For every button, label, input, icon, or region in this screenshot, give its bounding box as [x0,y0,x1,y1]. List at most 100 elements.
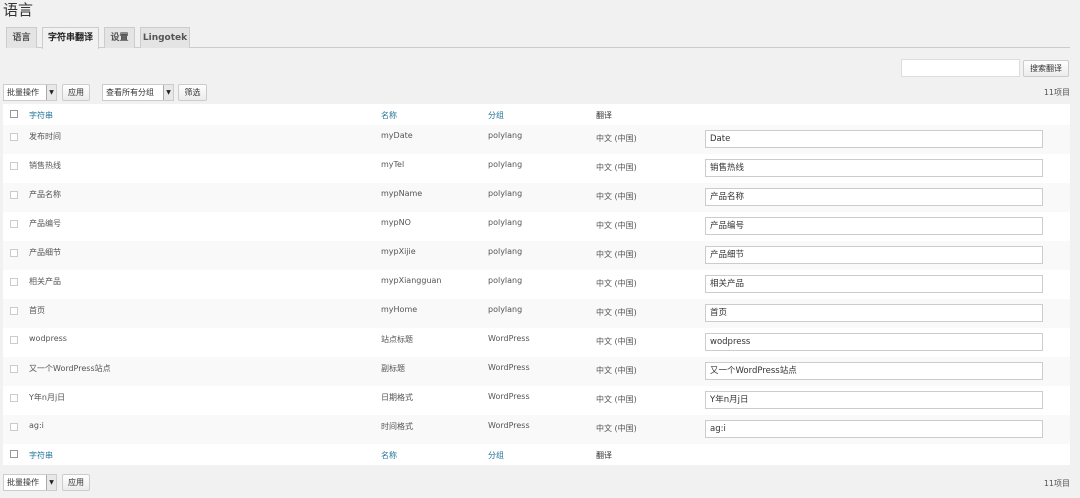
row-checkbox[interactable] [10,162,18,170]
string-cell: 发布时间 [29,132,61,141]
group-cell: polylang [488,189,523,198]
select-all-checkbox[interactable] [10,110,18,118]
table-row: 首页 myHome polylang 中文 (中国) 首页 [3,299,1070,328]
translation-input[interactable]: 产品编号 [705,217,1043,235]
translation-input[interactable]: Date [705,130,1043,148]
string-cell: 产品名称 [29,190,61,199]
group-cell: WordPress [488,392,530,401]
group-cell: WordPress [488,334,530,343]
column-header-name[interactable]: 名称 [381,450,397,461]
group-cell: polylang [488,276,523,285]
translation-input[interactable]: 相关产品 [705,275,1043,293]
tab-bar: 语言 字符串翻译 设置 Lingotek [6,27,1070,49]
string-cell: wodpress [29,334,67,343]
column-header-group[interactable]: 分组 [488,450,504,461]
chevron-down-icon: ▼ [46,85,56,100]
table-row: 产品名称 mypName polylang 中文 (中国) 产品名称 [3,183,1070,212]
bulk-actions-label: 批量操作 [7,88,39,97]
name-cell: myHome [381,305,418,314]
tab-settings[interactable]: 设置 [104,27,135,48]
name-cell: 站点标题 [381,335,413,344]
language-cell: 中文 (中国) [596,221,637,230]
column-header-group[interactable]: 分组 [488,110,504,121]
search-translations-button[interactable]: 搜索翻译 [1023,60,1069,77]
search-input[interactable] [901,59,1020,77]
name-cell: mypName [381,189,423,198]
string-cell: 产品编号 [29,219,61,228]
tab-string-translations[interactable]: 字符串翻译 [42,27,99,49]
chevron-down-icon: ▼ [46,475,56,490]
group-cell: WordPress [488,363,530,372]
translation-input[interactable]: 又一个WordPress站点 [705,362,1043,380]
table-footer-row: 字符串 名称 分组 翻译 [3,444,1070,465]
apply-button[interactable]: 应用 [62,84,90,101]
language-cell: 中文 (中国) [596,250,637,259]
name-cell: 副标题 [381,364,405,373]
name-cell: 日期格式 [381,393,413,402]
string-cell: 又一个WordPress站点 [29,364,111,373]
chevron-down-icon: ▼ [163,85,173,100]
string-cell: Y年n月j日 [29,393,66,402]
translation-input[interactable]: 产品细节 [705,246,1043,264]
language-cell: 中文 (中国) [596,279,637,288]
bulk-actions-select[interactable]: 批量操作 ▼ [3,84,57,101]
group-filter-label: 查看所有分组 [106,88,154,97]
row-checkbox[interactable] [10,307,18,315]
string-cell: 销售热线 [29,161,61,170]
table-row: 相关产品 mypXiangguan polylang 中文 (中国) 相关产品 [3,270,1070,299]
translation-input[interactable]: Y年n月j日 [705,391,1043,409]
bulk-actions-select-bottom[interactable]: 批量操作 ▼ [3,474,57,491]
column-header-name[interactable]: 名称 [381,110,397,121]
table-row: ag:i 时间格式 WordPress 中文 (中国) ag:i [3,415,1070,444]
name-cell: mypNO [381,218,411,227]
row-checkbox[interactable] [10,336,18,344]
translation-input[interactable]: ag:i [705,420,1043,438]
row-checkbox[interactable] [10,394,18,402]
name-cell: mypXiangguan [381,276,442,285]
language-cell: 中文 (中国) [596,337,637,346]
translation-input[interactable]: 产品名称 [705,188,1043,206]
language-cell: 中文 (中国) [596,424,637,433]
group-filter-select[interactable]: 查看所有分组 ▼ [102,84,174,101]
column-header-translation: 翻译 [596,451,612,460]
column-header-string[interactable]: 字符串 [29,110,53,121]
column-header-string[interactable]: 字符串 [29,450,53,461]
filter-button[interactable]: 筛选 [178,84,207,101]
column-header-translation: 翻译 [596,111,612,120]
language-cell: 中文 (中国) [596,366,637,375]
row-checkbox[interactable] [10,365,18,373]
row-checkbox[interactable] [10,249,18,257]
translation-input[interactable]: 销售热线 [705,159,1043,177]
string-cell: 相关产品 [29,277,61,286]
string-cell: ag:i [29,421,44,430]
row-checkbox[interactable] [10,423,18,431]
tab-languages[interactable]: 语言 [6,27,37,48]
item-count-bottom: 11项目 [1043,479,1070,488]
table-row: 产品编号 mypNO polylang 中文 (中国) 产品编号 [3,212,1070,241]
select-all-checkbox[interactable] [10,450,18,458]
table-row: wodpress 站点标题 WordPress 中文 (中国) wodpress [3,328,1070,357]
group-cell: WordPress [488,421,530,430]
translation-input[interactable]: 首页 [705,304,1043,322]
name-cell: myTel [381,160,405,169]
tab-lingotek[interactable]: Lingotek [140,27,190,48]
string-cell: 产品细节 [29,248,61,257]
name-cell: mypXijie [381,247,416,256]
row-checkbox[interactable] [10,133,18,141]
table-row: 发布时间 myDate polylang 中文 (中国) Date [3,125,1070,154]
row-checkbox[interactable] [10,278,18,286]
row-checkbox[interactable] [10,220,18,228]
item-count-top: 11项目 [1043,88,1070,97]
apply-button-bottom[interactable]: 应用 [62,474,90,491]
table-header-row: 字符串 名称 分组 翻译 [3,104,1070,125]
language-cell: 中文 (中国) [596,192,637,201]
group-cell: polylang [488,305,523,314]
group-cell: polylang [488,131,523,140]
bulk-actions-label: 批量操作 [7,478,39,487]
strings-table: 字符串 名称 分组 翻译 发布时间 myDate polylang 中文 (中国… [3,104,1070,465]
name-cell: myDate [381,131,413,140]
group-cell: polylang [488,247,523,256]
row-checkbox[interactable] [10,191,18,199]
table-row: 又一个WordPress站点 副标题 WordPress 中文 (中国) 又一个… [3,357,1070,386]
translation-input[interactable]: wodpress [705,333,1043,351]
